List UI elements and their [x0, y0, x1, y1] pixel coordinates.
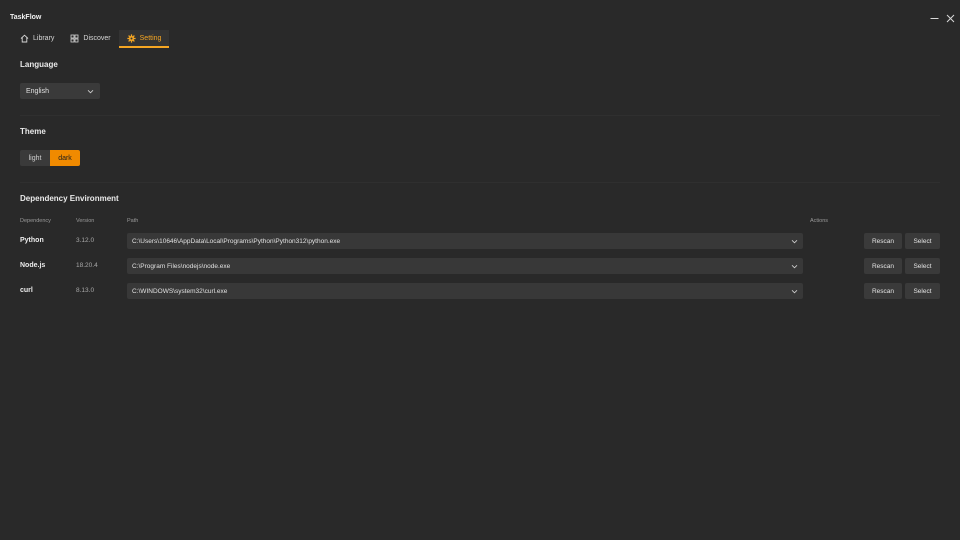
tab-setting-label: Setting	[139, 35, 162, 42]
minimize-icon	[930, 17, 938, 19]
path-value: C:\WINDOWS\system32\curl.exe	[132, 287, 228, 295]
dependency-version: 3.12.0	[76, 237, 95, 244]
language-select[interactable]: English	[20, 83, 100, 99]
tab-library-label: Library	[33, 35, 55, 42]
select-button[interactable]: Select	[905, 258, 940, 274]
language-title: Language	[20, 60, 58, 69]
rescan-button[interactable]: Rescan	[864, 233, 902, 249]
chevron-down-icon	[791, 264, 798, 268]
rescan-button[interactable]: Rescan	[864, 283, 902, 299]
tab-setting[interactable]: Setting	[118, 30, 170, 48]
chevron-down-icon	[791, 289, 798, 293]
home-icon	[20, 34, 29, 43]
dependency-title: Dependency Environment	[20, 194, 119, 203]
tab-library[interactable]: Library	[12, 30, 62, 47]
path-select[interactable]: C:\WINDOWS\system32\curl.exe	[127, 283, 803, 299]
close-button[interactable]	[943, 11, 957, 25]
column-header-actions: Actions	[810, 218, 829, 224]
tab-discover[interactable]: Discover	[62, 30, 118, 47]
app-title: TaskFlow	[10, 14, 42, 21]
dependency-name: Node.js	[20, 262, 46, 269]
path-value: C:\Program Files\nodejs\node.exe	[132, 262, 231, 270]
path-select[interactable]: C:\Users\10646\AppData\Local\Programs\Py…	[127, 233, 803, 249]
dependency-version: 8.13.0	[76, 287, 95, 294]
column-header-dependency: Dependency	[20, 218, 51, 224]
language-selected-value: English	[26, 87, 49, 95]
chevron-down-icon	[87, 89, 94, 93]
chevron-down-icon	[791, 239, 798, 243]
title-bar: TaskFlow	[0, 0, 960, 28]
select-button[interactable]: Select	[905, 283, 940, 299]
theme-toggle: light dark	[20, 150, 80, 166]
dependency-row-curl: curl 8.13.0 C:\WINDOWS\system32\curl.exe…	[0, 283, 960, 299]
theme-option-dark[interactable]: dark	[50, 150, 80, 166]
rescan-button[interactable]: Rescan	[864, 258, 902, 274]
theme-title: Theme	[20, 127, 46, 136]
theme-option-light[interactable]: light	[20, 150, 50, 166]
path-select[interactable]: C:\Program Files\nodejs\node.exe	[127, 258, 803, 274]
dependency-name: curl	[20, 287, 33, 294]
tab-discover-label: Discover	[83, 35, 111, 42]
dependency-version: 18.20.4	[76, 262, 98, 269]
minimize-button[interactable]	[927, 11, 941, 25]
settings-window: TaskFlow Library Discover Setting Langua…	[0, 0, 960, 540]
grid-icon	[71, 34, 79, 43]
divider	[20, 115, 940, 116]
column-header-version: Version	[76, 218, 95, 224]
dependency-row-nodejs: Node.js 18.20.4 C:\Program Files\nodejs\…	[0, 258, 960, 274]
tab-bar: Library Discover Setting	[12, 30, 170, 48]
select-button[interactable]: Select	[905, 233, 940, 249]
divider	[20, 182, 940, 183]
column-header-path: Path	[127, 218, 139, 224]
dependency-row-python: Python 3.12.0 C:\Users\10646\AppData\Loc…	[0, 233, 960, 249]
gear-icon	[127, 34, 136, 43]
close-icon	[946, 14, 954, 22]
path-value: C:\Users\10646\AppData\Local\Programs\Py…	[132, 237, 341, 245]
dependency-name: Python	[20, 237, 44, 244]
